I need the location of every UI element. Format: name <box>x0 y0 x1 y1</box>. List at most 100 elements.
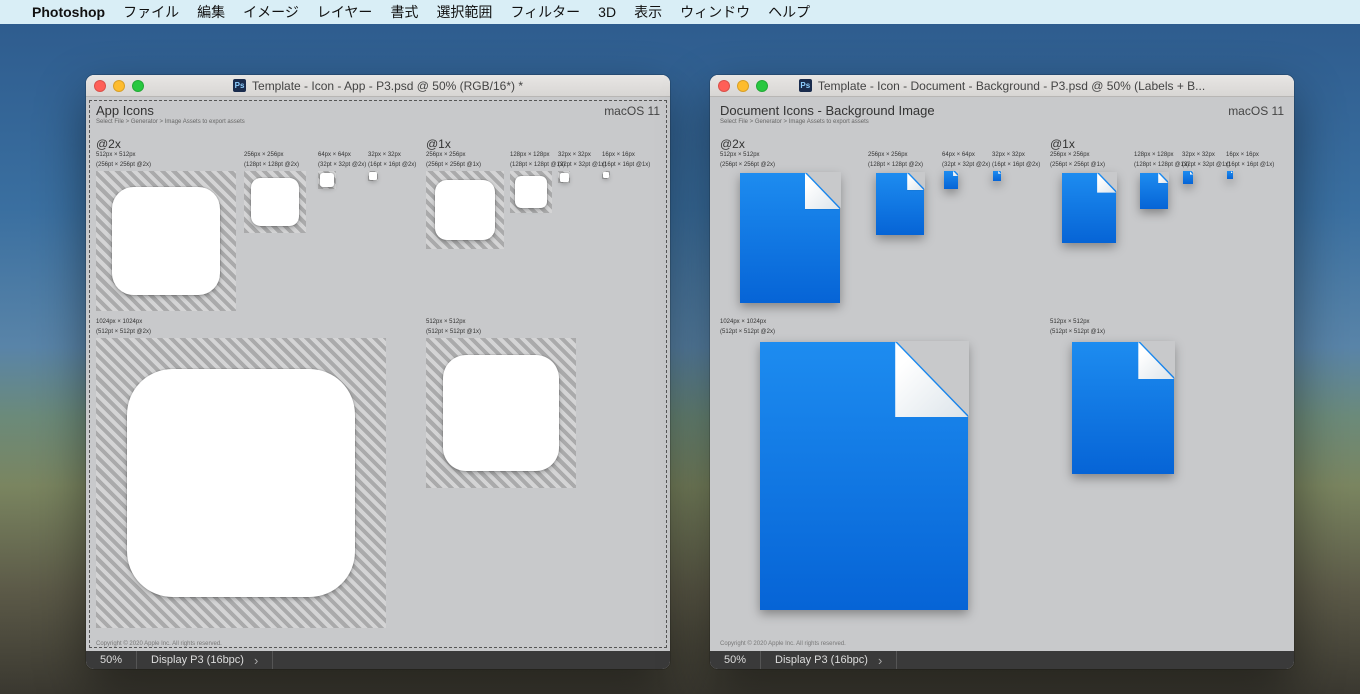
titlebar[interactable]: Ps Template - Icon - Document - Backgrou… <box>710 75 1294 97</box>
minimize-icon[interactable] <box>113 80 125 92</box>
slot-label: 16px × 16px <box>1226 152 1274 160</box>
menu-edit[interactable]: 編集 <box>197 2 225 22</box>
slot-label-sub: (256pt × 256pt @2x) <box>720 162 860 170</box>
slot-label: 128px × 128px <box>1134 152 1189 160</box>
slot-label-sub: (16pt × 16pt @1x) <box>1226 162 1274 170</box>
doc-subtitle: Select File > Generator > Image Assets t… <box>96 119 245 125</box>
icon-slot-512-1x <box>426 338 576 488</box>
menu-help[interactable]: ヘルプ <box>768 2 810 22</box>
menu-app[interactable]: Photoshop <box>32 4 105 20</box>
slot-label-sub: (128pt × 128pt @1x) <box>510 162 552 170</box>
slot-label-sub: (32pt × 32pt @1x) <box>558 162 606 170</box>
slot-label-sub: (32pt × 32pt @1x) <box>1182 162 1230 170</box>
icon-slot-128-1x <box>510 171 552 213</box>
scale-1x-label: @1x <box>1050 137 1075 151</box>
doc-subtitle: Select File > Generator > Image Assets t… <box>720 119 869 125</box>
doc-icon-64-2x <box>944 171 958 189</box>
slot-label: 32px × 32px <box>558 152 606 160</box>
titlebar[interactable]: Ps Template - Icon - App - P3.psd @ 50% … <box>86 75 670 97</box>
icon-slot-16-1x <box>602 171 610 179</box>
slot-label: 256px × 256px <box>426 152 504 160</box>
slot-label-sub: (32pt × 32pt @2x) <box>318 162 366 170</box>
scale-2x-label: @2x <box>720 137 745 151</box>
slot-label: 16px × 16px <box>602 152 650 160</box>
zoom-level[interactable]: 50% <box>710 651 761 669</box>
slot-label: 1024px × 1024px <box>720 319 1008 327</box>
slot-label-sub: (128pt × 128pt @2x) <box>868 162 932 170</box>
zoom-icon[interactable] <box>132 80 144 92</box>
slot-label-sub: (512pt × 512pt @2x) <box>96 329 386 337</box>
icon-slot-1024-2x <box>96 338 386 628</box>
window-title-text: Template - Icon - Document - Background … <box>818 79 1205 93</box>
doc-icon-32-2x <box>993 171 1001 181</box>
slot-label: 1024px × 1024px <box>96 319 386 327</box>
scale-2x-label: @2x <box>96 137 121 151</box>
document-canvas[interactable]: Document Icons - Background Image macOS … <box>710 97 1294 651</box>
slot-label: 512px × 512px <box>720 152 860 160</box>
slot-label: 64px × 64px <box>942 152 990 160</box>
doc-icon-256-1x <box>1062 173 1116 243</box>
os-label: macOS 11 <box>604 104 660 118</box>
icon-slot-256-1x <box>426 171 504 249</box>
slot-label: 256px × 256px <box>244 152 306 160</box>
color-profile[interactable]: Display P3 (16bpc) <box>137 651 273 669</box>
zoom-icon[interactable] <box>756 80 768 92</box>
zoom-level[interactable]: 50% <box>86 651 137 669</box>
slot-label-sub: (32pt × 32pt @2x) <box>942 162 990 170</box>
window-title: Ps Template - Icon - App - P3.psd @ 50% … <box>86 79 670 93</box>
slot-label: 32px × 32px <box>992 152 1040 160</box>
slot-label-sub: (256pt × 256pt @2x) <box>96 162 236 170</box>
slot-label: 512px × 512px <box>96 152 236 160</box>
slot-label: 128px × 128px <box>510 152 552 160</box>
menu-view[interactable]: 表示 <box>634 2 662 22</box>
menu-type[interactable]: 書式 <box>390 2 418 22</box>
color-profile[interactable]: Display P3 (16bpc) <box>761 651 897 669</box>
icon-slot-32-2x <box>368 171 378 181</box>
status-bar: 50% Display P3 (16bpc) <box>86 651 670 669</box>
photoshop-doc-icon: Ps <box>233 79 246 92</box>
window-title-text: Template - Icon - App - P3.psd @ 50% (RG… <box>252 79 523 93</box>
window-app-icons[interactable]: Ps Template - Icon - App - P3.psd @ 50% … <box>86 75 670 669</box>
icon-slot-256-2x <box>244 171 306 233</box>
slot-label-sub: (16pt × 16pt @2x) <box>992 162 1040 170</box>
menu-image[interactable]: イメージ <box>243 2 299 22</box>
slot-label: 256px × 256px <box>868 152 932 160</box>
document-canvas[interactable]: App Icons macOS 11 Select File > Generat… <box>86 97 670 651</box>
window-title: Ps Template - Icon - Document - Backgrou… <box>710 79 1294 93</box>
menu-select[interactable]: 選択範囲 <box>436 2 492 22</box>
copyright-label: Copyright © 2020 Apple Inc. All rights r… <box>720 641 846 647</box>
slot-label-sub: (256pt × 256pt @1x) <box>426 162 504 170</box>
icon-slot-32-1x <box>558 171 570 183</box>
slot-label: 512px × 512px <box>1050 319 1196 327</box>
slot-label: 32px × 32px <box>368 152 416 160</box>
doc-icon-1024-2x <box>760 342 968 610</box>
menu-file[interactable]: ファイル <box>123 2 179 22</box>
minimize-icon[interactable] <box>737 80 749 92</box>
system-menubar: Photoshop ファイル 編集 イメージ レイヤー 書式 選択範囲 フィルタ… <box>0 0 1360 24</box>
slot-label: 64px × 64px <box>318 152 366 160</box>
menu-3d[interactable]: 3D <box>598 4 616 20</box>
doc-icon-16-1x <box>1227 171 1233 179</box>
close-icon[interactable] <box>94 80 106 92</box>
scale-1x-label: @1x <box>426 137 451 151</box>
close-icon[interactable] <box>718 80 730 92</box>
icon-slot-512-2x <box>96 171 236 311</box>
doc-icon-32-1x <box>1183 171 1193 184</box>
menu-filter[interactable]: フィルター <box>510 2 580 22</box>
menu-layer[interactable]: レイヤー <box>317 2 373 22</box>
doc-header: Document Icons - Background Image <box>720 103 935 118</box>
doc-icon-512-2x <box>740 173 840 303</box>
slot-label: 256px × 256px <box>1050 152 1128 160</box>
slot-label-sub: (512pt × 512pt @1x) <box>1050 329 1196 337</box>
slot-label-sub: (512pt × 512pt @2x) <box>720 329 1008 337</box>
status-bar: 50% Display P3 (16bpc) <box>710 651 1294 669</box>
menu-window[interactable]: ウィンドウ <box>680 2 750 22</box>
photoshop-doc-icon: Ps <box>799 79 812 92</box>
slot-label-sub: (16pt × 16pt @1x) <box>602 162 650 170</box>
doc-icon-256-2x <box>876 173 924 235</box>
os-label: macOS 11 <box>1228 104 1284 118</box>
doc-icon-512-1x <box>1072 342 1174 474</box>
slot-label-sub: (512pt × 512pt @1x) <box>426 329 576 337</box>
window-document-icons[interactable]: Ps Template - Icon - Document - Backgrou… <box>710 75 1294 669</box>
slot-label-sub: (16pt × 16pt @2x) <box>368 162 416 170</box>
